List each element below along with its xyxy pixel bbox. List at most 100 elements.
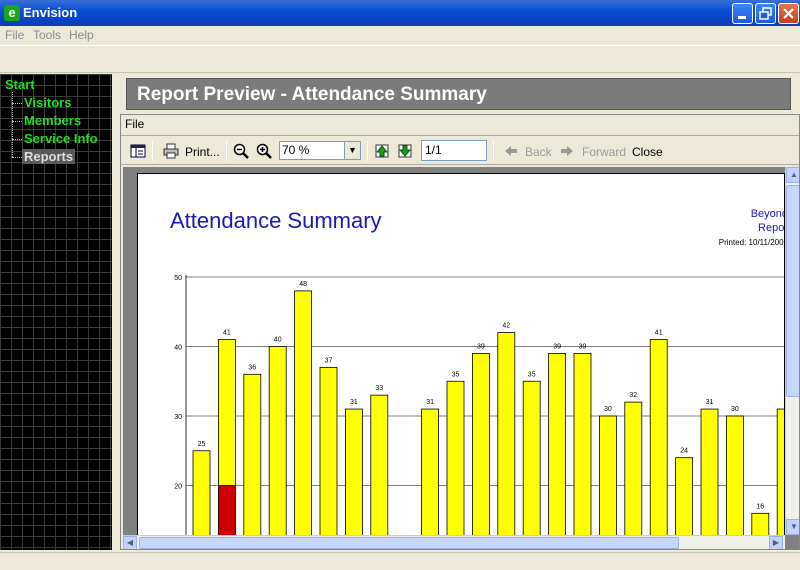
toggle-tree-icon[interactable] — [130, 143, 146, 159]
y-tick-label: 50 — [174, 275, 182, 282]
bar-value-label: 39 — [477, 343, 485, 350]
bar-value-label: 39 — [553, 343, 561, 350]
next-page-icon[interactable] — [397, 143, 413, 159]
tree-item-service-info[interactable]: Service Info — [24, 131, 98, 146]
toolbar-separator — [367, 141, 368, 161]
status-bar — [0, 552, 800, 570]
title-bar[interactable]: e Envision — [0, 0, 800, 26]
tree-connector — [12, 103, 22, 104]
chart-bar — [573, 353, 592, 542]
close-report-button[interactable]: Close — [632, 145, 663, 159]
bar-value-label: 35 — [452, 371, 460, 378]
close-window-button[interactable] — [778, 3, 799, 24]
chart-bar — [649, 339, 668, 542]
bar-value-label: 41 — [655, 330, 663, 337]
chart-bar — [598, 415, 617, 542]
tree-root-start[interactable]: Start — [5, 77, 35, 92]
page-title: Report Preview - Attendance Summary — [137, 84, 487, 105]
chart-bar — [726, 415, 744, 542]
tree-connector — [12, 92, 13, 157]
bar-value-label: 30 — [604, 406, 612, 413]
bar-value-label: 25 — [198, 441, 206, 448]
menu-tools[interactable]: Tools — [33, 28, 61, 42]
close-icon — [783, 8, 794, 19]
bar-value-label: 30 — [731, 406, 739, 413]
vertical-scrollbar[interactable]: ▲ ▼ — [785, 167, 799, 535]
window-title: Envision — [23, 5, 78, 20]
minimize-icon — [738, 16, 746, 19]
chart-bar — [675, 457, 693, 542]
horizontal-scroll-thumb[interactable] — [139, 537, 679, 549]
bar-value-label: 36 — [248, 364, 256, 371]
scroll-right-icon[interactable]: ▶ — [769, 536, 783, 549]
printer-icon[interactable] — [163, 143, 179, 159]
toolbar-separator — [152, 141, 153, 161]
bar-value-label: 37 — [325, 357, 333, 364]
print-button[interactable]: Print... — [185, 145, 220, 159]
document-area: Attendance Summary Beyond Repor Printed:… — [123, 167, 799, 549]
bar-value-label: 35 — [528, 371, 536, 378]
chart-bar — [268, 346, 287, 542]
page-number-input[interactable]: 1/1 — [421, 140, 487, 161]
previous-page-icon[interactable] — [374, 143, 390, 159]
zoom-out-icon[interactable] — [233, 143, 249, 159]
bar-value-label: 33 — [375, 385, 383, 392]
chart-bar — [344, 408, 363, 542]
restore-button[interactable] — [755, 3, 776, 24]
tree-item-members[interactable]: Members — [24, 113, 81, 128]
bar-value-label: 31 — [350, 399, 358, 406]
report-panel: Report Preview - Attendance Summary File… — [118, 74, 800, 550]
chart-bar — [776, 408, 784, 542]
chart-bar — [294, 290, 313, 542]
bar-value-label: 48 — [299, 281, 307, 288]
report-header: Report Preview - Attendance Summary — [126, 78, 791, 110]
chart-bar — [319, 366, 338, 542]
y-tick-label: 20 — [174, 484, 182, 491]
chart-bar — [471, 353, 490, 542]
tree-item-reports[interactable]: Reports — [22, 149, 76, 164]
viewer-menu-file[interactable]: File — [125, 117, 144, 133]
chart-bar — [522, 380, 541, 542]
bar-value-label: 31 — [706, 399, 714, 406]
bar-value-label: 42 — [502, 323, 510, 330]
zoom-in-icon[interactable] — [256, 143, 272, 159]
chart-bar — [497, 332, 516, 542]
scroll-up-icon[interactable]: ▲ — [786, 167, 799, 183]
toolbar-separator — [226, 141, 227, 161]
chevron-down-icon[interactable]: ▼ — [344, 142, 360, 159]
bar-value-label: 32 — [629, 392, 637, 399]
scroll-left-icon[interactable]: ◀ — [123, 536, 137, 549]
minimize-button[interactable] — [732, 3, 753, 24]
y-tick-label: 40 — [174, 345, 182, 352]
menu-file[interactable]: File — [5, 28, 24, 42]
vertical-scroll-thumb[interactable] — [786, 185, 799, 397]
horizontal-scrollbar[interactable]: ◀ ▶ — [123, 535, 785, 549]
back-arrow-icon — [505, 146, 517, 156]
forward-button[interactable]: Forward — [582, 145, 626, 159]
chart-bar — [624, 401, 643, 542]
viewer-toolbar: Print... 70 % ▼ 1/1 Back Forward Close — [121, 135, 799, 165]
attendance-bar-chart: 20 30 40 50 25 41 36 40 48 37 31 33 31 35 39 42 35 39 39 30… — [174, 275, 784, 542]
menu-help[interactable]: Help — [69, 28, 94, 42]
restore-icon — [759, 7, 772, 20]
tree-item-visitors[interactable]: Visitors — [24, 95, 71, 110]
scroll-down-icon[interactable]: ▼ — [786, 519, 799, 535]
bar-value-label: 41 — [223, 330, 231, 337]
menu-bar: File Tools Help — [0, 26, 800, 44]
zoom-value: 70 % — [282, 143, 310, 157]
tree-connector — [12, 157, 22, 158]
app-logo-icon: e — [4, 5, 20, 21]
bar-value-label: 24 — [680, 448, 688, 455]
bar-value-label: 39 — [579, 343, 587, 350]
chart-bar — [192, 450, 211, 542]
back-button[interactable]: Back — [525, 145, 552, 159]
report-page: Attendance Summary Beyond Repor Printed:… — [137, 173, 785, 543]
forward-arrow-icon — [561, 146, 573, 156]
chart-bar — [421, 408, 440, 542]
chart-bar — [243, 373, 262, 542]
app-window: e Envision File Tools Help Start Visitor… — [0, 0, 800, 570]
report-viewer: File Print... 70 % ▼ 1/1 Back Forward Cl… — [120, 114, 800, 550]
zoom-select[interactable]: 70 % ▼ — [279, 141, 361, 160]
toolbar-separator — [493, 141, 494, 161]
tree-connector — [12, 121, 22, 122]
